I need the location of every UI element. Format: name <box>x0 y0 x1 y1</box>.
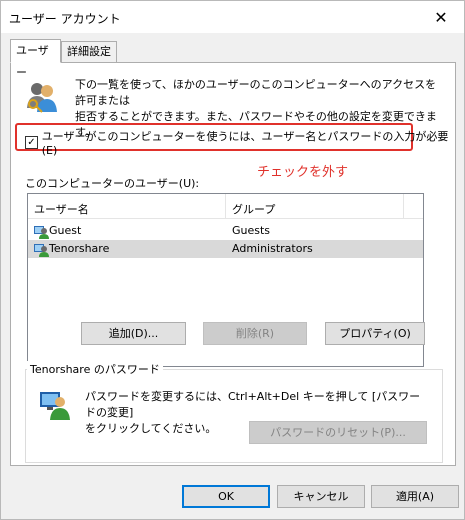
reset-password-button[interactable]: パスワードのリセット(P)... <box>249 421 427 444</box>
cell-username: Guest <box>49 224 82 237</box>
close-icon[interactable]: ✕ <box>418 1 464 33</box>
require-login-label: ユーザーがこのコンピューターを使うには、ユーザー名とパスワードの入力が必要(E) <box>41 130 449 157</box>
users-tab-panel: 下の一覧を使って、ほかのユーザーのこのコンピューターへのアクセスを許可または 拒… <box>10 62 456 466</box>
column-header-group[interactable]: グループ <box>232 201 275 217</box>
user-icon <box>34 244 49 257</box>
list-header: ユーザー名 グループ <box>28 194 423 219</box>
password-text-line-1: パスワードを変更するには、Ctrl+Alt+Del キーを押して [パスワードの… <box>85 390 421 419</box>
tab-advanced[interactable]: 詳細設定 <box>61 41 117 63</box>
checkmark-icon[interactable]: ✓ <box>25 136 38 149</box>
users-list-label: このコンピューターのユーザー(U): <box>25 177 200 190</box>
table-row[interactable]: Tenorshare Administrators <box>28 240 423 258</box>
annotation-uncheck: チェックを外す <box>257 165 349 180</box>
title-bar: ユーザー アカウント ✕ <box>1 1 464 33</box>
description-line-1: 下の一覧を使って、ほかのユーザーのこのコンピューターへのアクセスを許可または <box>75 78 437 107</box>
cell-group: Guests <box>232 224 271 237</box>
column-divider[interactable] <box>403 194 404 219</box>
cell-username: Tenorshare <box>49 242 110 255</box>
remove-button[interactable]: 削除(R) <box>203 322 307 345</box>
properties-button[interactable]: プロパティ(O) <box>325 322 425 345</box>
column-header-username[interactable]: ユーザー名 <box>34 201 89 217</box>
add-button[interactable]: 追加(D)... <box>81 322 186 345</box>
cancel-button[interactable]: キャンセル <box>277 485 365 508</box>
apply-button[interactable]: 適用(A) <box>371 485 459 508</box>
require-login-checkbox[interactable]: ✓ ユーザーがこのコンピューターを使うには、ユーザー名とパスワードの入力が必要(… <box>25 128 455 157</box>
users-key-icon <box>27 83 57 113</box>
window-title: ユーザー アカウント <box>9 12 121 26</box>
ok-button[interactable]: OK <box>182 485 270 508</box>
table-row[interactable]: Guest Guests <box>28 222 423 240</box>
cell-group: Administrators <box>232 242 313 255</box>
user-icon <box>34 226 49 239</box>
user-accounts-dialog: ユーザー アカウント ✕ ユーザー 詳細設定 下の一覧を使って、ほかのユーザーの… <box>0 0 465 520</box>
password-group-title: Tenorshare のパスワード <box>27 361 163 377</box>
column-divider[interactable] <box>225 194 226 219</box>
tab-users[interactable]: ユーザー <box>10 39 61 79</box>
user-password-icon <box>40 392 70 420</box>
